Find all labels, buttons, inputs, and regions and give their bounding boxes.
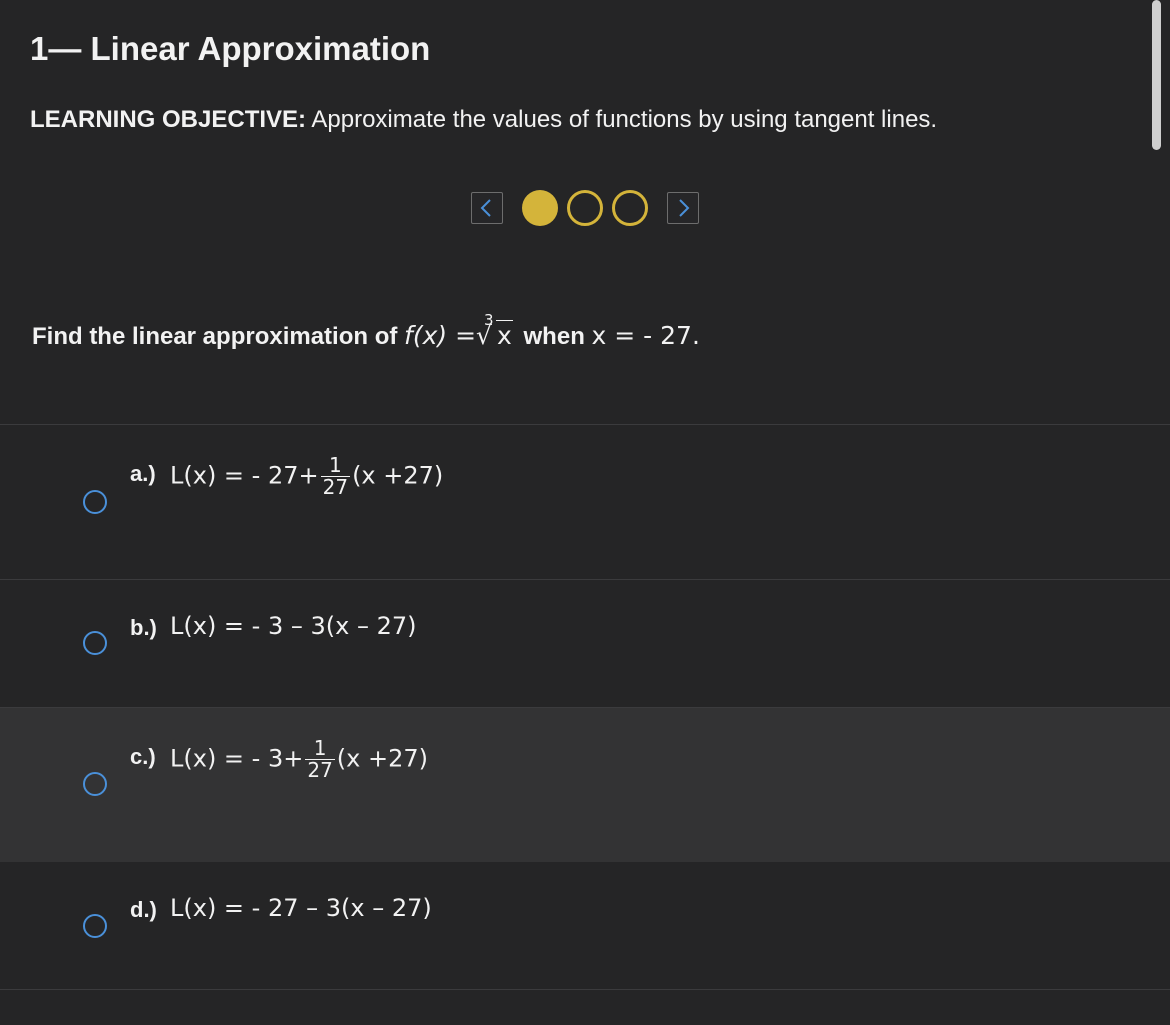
option-expression-a: L(x) = - 27+ 1 27 (x +27) xyxy=(170,455,443,498)
option-expression-d: L(x) = - 27 – 3(x – 27) xyxy=(170,894,432,922)
question-text: Find the linear approximation of f(x) = 3… xyxy=(32,311,700,351)
option-label-b: b.) xyxy=(130,615,157,640)
scrollbar-thumb[interactable] xyxy=(1152,0,1161,150)
radio-button-b[interactable] xyxy=(83,631,107,655)
fraction-numerator: 1 xyxy=(328,453,342,477)
x-value: x = - 27. xyxy=(591,321,700,350)
chevron-right-icon xyxy=(679,199,690,217)
answer-option-a[interactable]: a.) L(x) = - 27+ 1 27 (x +27) xyxy=(0,425,1170,579)
prev-question-button[interactable] xyxy=(471,192,503,224)
function-name: f(x) xyxy=(404,321,448,350)
chevron-left-icon xyxy=(480,199,491,217)
radicand: x xyxy=(496,320,513,350)
equals-sign: = xyxy=(455,321,477,350)
learning-objective: LEARNING OBJECTIVE: Approximate the valu… xyxy=(30,106,937,134)
fraction: 1 27 xyxy=(320,453,351,499)
divider xyxy=(0,989,1170,990)
option-expression-b: L(x) = - 3 – 3(x – 27) xyxy=(170,612,417,640)
fraction-numerator: 1 xyxy=(313,736,327,760)
question-dot-1-current[interactable] xyxy=(522,190,558,226)
fraction-denominator: 27 xyxy=(320,475,351,499)
radical-sign: √ xyxy=(476,321,492,350)
option-label-a: a.) xyxy=(130,461,156,486)
expression-left: L(x) = - 3+ xyxy=(170,744,304,773)
cube-root: 3 √ x xyxy=(476,311,513,350)
objective-label: LEARNING OBJECTIVE: xyxy=(30,106,307,133)
radio-button-a[interactable] xyxy=(83,490,107,514)
question-prefix: Find the linear approximation of xyxy=(32,323,398,350)
expression-left: L(x) = - 27+ xyxy=(170,461,319,490)
question-dot-3[interactable] xyxy=(612,190,648,226)
expression-right: (x +27) xyxy=(352,461,444,490)
radio-button-c[interactable] xyxy=(83,772,107,796)
option-label-c: c.) xyxy=(130,744,156,769)
objective-text: Approximate the values of functions by u… xyxy=(311,106,938,133)
next-question-button[interactable] xyxy=(667,192,699,224)
answer-option-c[interactable]: c.) L(x) = - 3+ 1 27 (x +27) xyxy=(0,708,1170,862)
option-expression-c: L(x) = - 3+ 1 27 (x +27) xyxy=(170,738,428,781)
function-notation: f(x) = xyxy=(404,321,476,350)
fraction-denominator: 27 xyxy=(305,758,335,782)
answer-option-d[interactable]: d.) L(x) = - 27 – 3(x – 27) xyxy=(0,862,1170,989)
radio-button-d[interactable] xyxy=(83,914,107,938)
question-dot-2[interactable] xyxy=(567,190,603,226)
expression-right: (x +27) xyxy=(336,744,429,773)
answer-option-b[interactable]: b.) L(x) = - 3 – 3(x – 27) xyxy=(0,580,1170,707)
option-label-d: d.) xyxy=(130,897,157,922)
question-when: when xyxy=(523,323,585,350)
page-title: 1— Linear Approximation xyxy=(30,30,431,67)
fraction: 1 27 xyxy=(305,736,335,782)
